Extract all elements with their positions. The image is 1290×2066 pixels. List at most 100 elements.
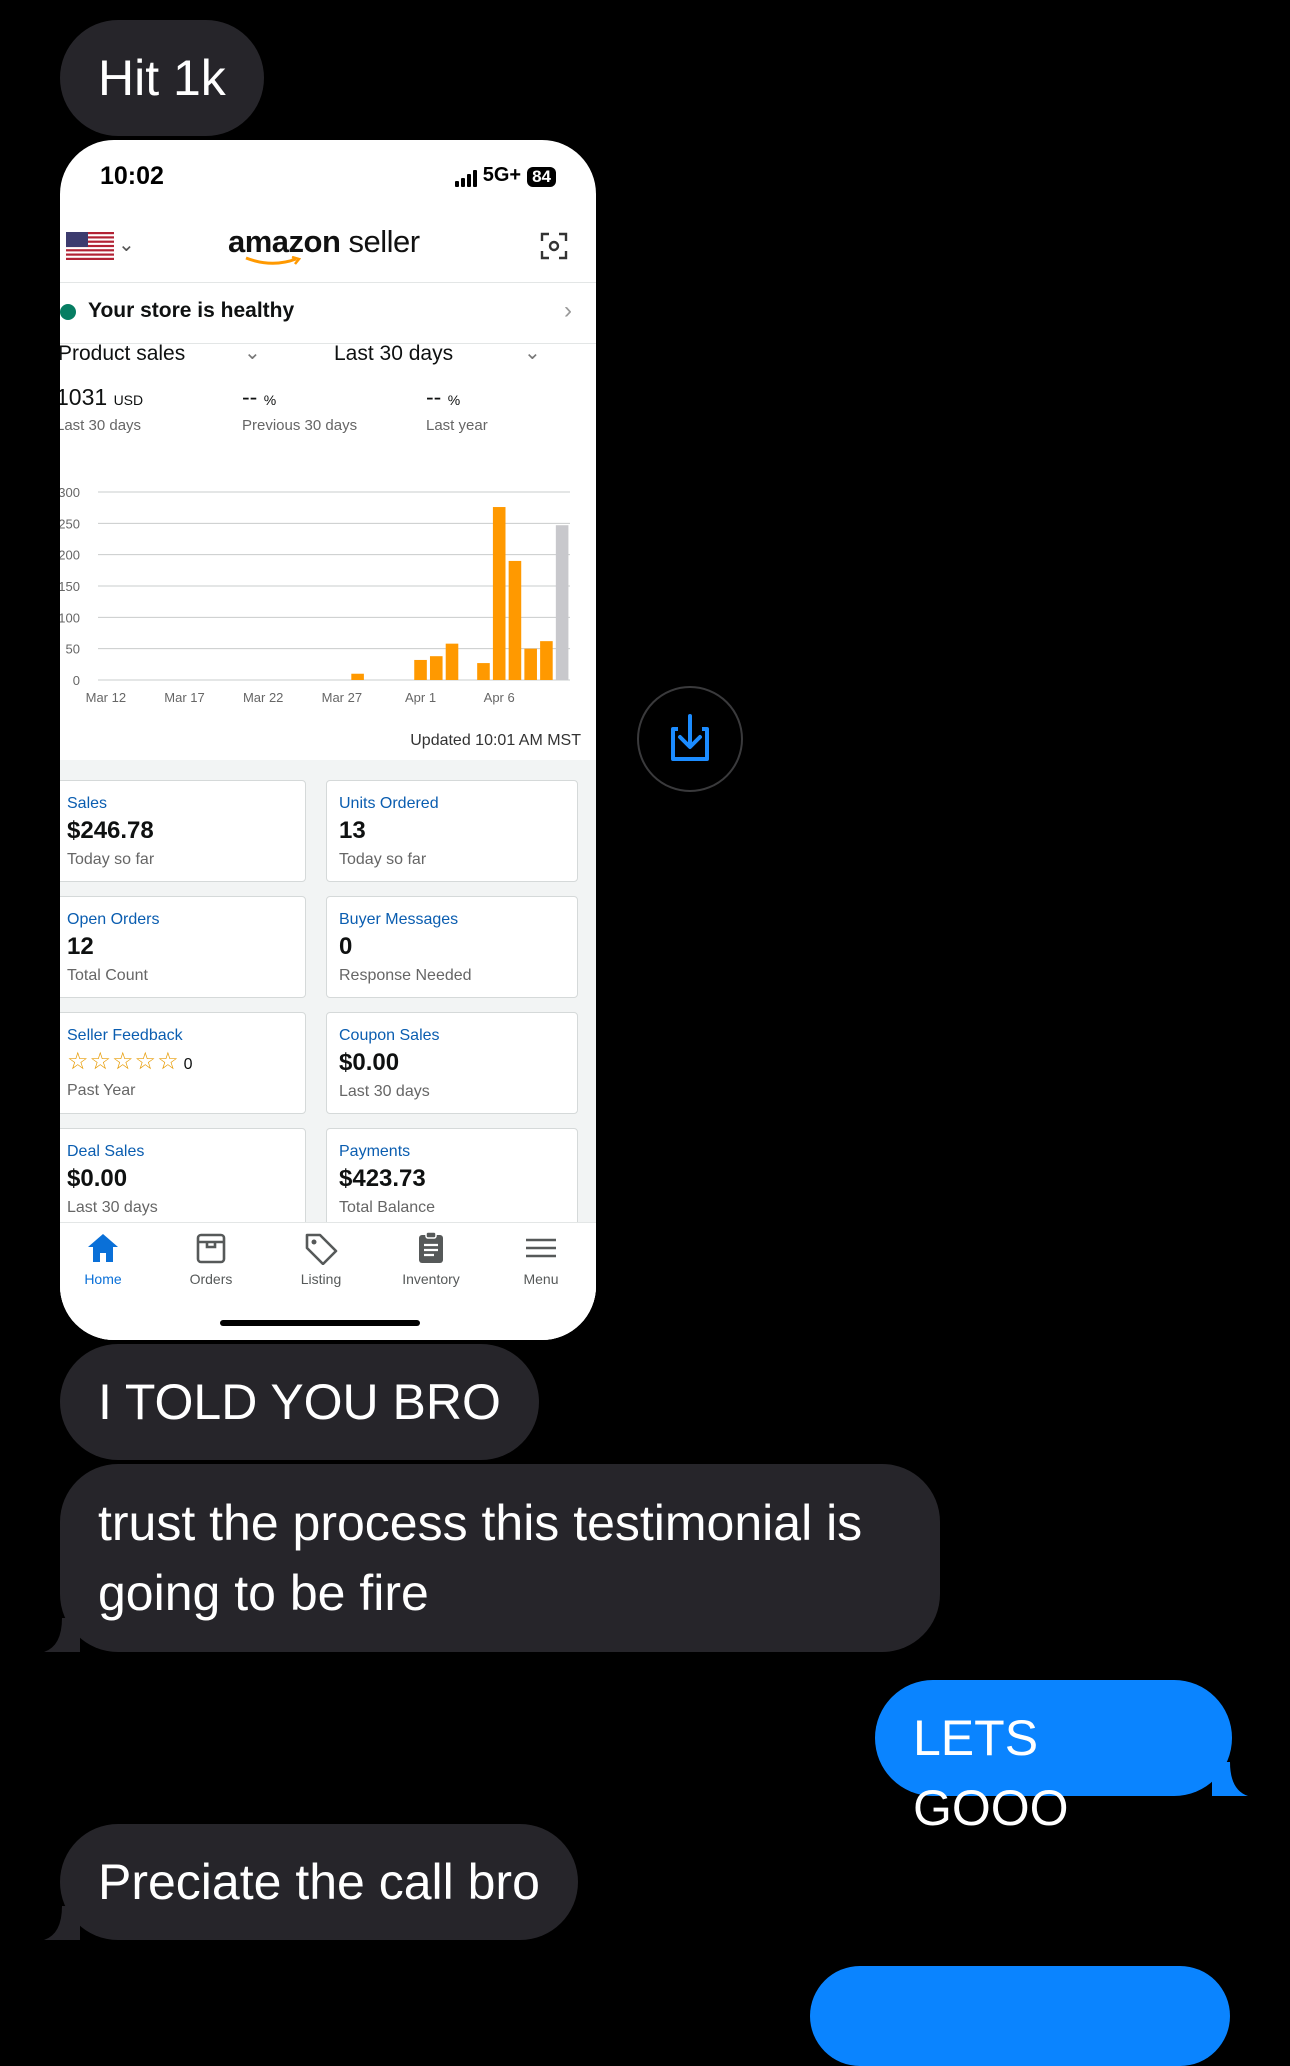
sales-bar-chart: 0 50 100 150 200 250 300 Mar 12 Mar 17 Mar 22 Mar …: [60, 485, 570, 705]
tab-label: Orders: [189, 1271, 233, 1287]
metric-label: Last year: [426, 417, 488, 434]
message-text: I TOLD YOU BRO: [98, 1374, 501, 1430]
card-title: Payments: [339, 1143, 411, 1160]
star-rating: ☆☆☆☆☆ 0: [67, 1047, 293, 1076]
home-indicator: [220, 1320, 420, 1326]
tab-label: Home: [84, 1271, 122, 1287]
updated-timestamp: Updated 10:01 AM MST: [410, 732, 581, 749]
x-tick-label: Mar 27: [322, 690, 362, 705]
card-title: Coupon Sales: [339, 1027, 440, 1044]
tab-label: Menu: [523, 1271, 559, 1287]
card-value: 12: [67, 933, 94, 960]
message-bubble[interactable]: I TOLD YOU BRO: [60, 1344, 539, 1460]
metric-unit: USD: [113, 392, 144, 408]
card-seller-feedback[interactable]: Seller Feedback ☆☆☆☆☆ 0 Past Year: [60, 1012, 306, 1114]
rating-count: 0: [183, 1056, 193, 1073]
card-title: Deal Sales: [67, 1143, 145, 1160]
status-bar: 10:02 5G+ 84: [60, 140, 596, 210]
y-tick-label: 200: [60, 548, 80, 563]
card-value: $246.78: [67, 817, 154, 844]
range-dropdown[interactable]: Last 30 days: [334, 342, 453, 366]
card-value: $423.73: [339, 1165, 426, 1192]
chart-bar: [477, 663, 490, 680]
x-tick-label: Apr 1: [405, 690, 436, 705]
card-value: $0.00: [339, 1049, 400, 1076]
tab-home[interactable]: Home: [60, 1231, 148, 1287]
menu-icon: [526, 1238, 556, 1258]
chevron-down-icon[interactable]: ⌄: [244, 340, 261, 365]
card-open-orders[interactable]: Open Orders 12 Total Count: [60, 896, 306, 998]
chevron-down-icon[interactable]: ⌄: [524, 340, 541, 365]
screenshot-image[interactable]: 10:02 5G+ 84 ⌄ amazon seller Your store …: [60, 140, 596, 1340]
status-indicators: 5G+ 84: [454, 164, 556, 187]
card-title: Open Orders: [67, 911, 160, 928]
message-text: trust the process this testimonial is go…: [98, 1495, 863, 1621]
metric-label: Previous 30 days: [242, 417, 358, 434]
y-tick-label: 250: [60, 516, 80, 531]
scan-icon[interactable]: [540, 232, 568, 260]
clipboard-icon: [419, 1231, 443, 1263]
card-coupon-sales[interactable]: Coupon Sales $0.00 Last 30 days: [326, 1012, 578, 1114]
app-logo: amazon seller: [228, 224, 421, 265]
message-bubble[interactable]: trust the process this testimonial is go…: [60, 1464, 940, 1652]
x-tick-label: Mar 22: [243, 690, 283, 705]
y-tick-label: 300: [60, 485, 80, 500]
card-deal-sales[interactable]: Deal Sales $0.00 Last 30 days: [60, 1128, 306, 1230]
message-bubble[interactable]: Hit 1k: [60, 20, 264, 136]
battery-icon: 84: [527, 167, 556, 187]
card-units-ordered[interactable]: Units Ordered 13 Today so far: [326, 780, 578, 882]
y-tick-label: 50: [66, 642, 80, 657]
tag-icon: [305, 1233, 338, 1265]
metric-last-year: -- % Last year: [426, 384, 488, 434]
x-tick-label: Mar 17: [164, 690, 204, 705]
tab-orders[interactable]: Orders: [166, 1231, 256, 1287]
chevron-down-icon[interactable]: ⌄: [118, 232, 135, 257]
us-flag-icon[interactable]: [66, 232, 114, 260]
health-text: Your store is healthy: [88, 299, 295, 322]
metric-total: 1031 USD Last 30 days: [60, 384, 143, 434]
tab-listing[interactable]: Listing: [276, 1231, 366, 1287]
metric-value: 1031: [60, 384, 108, 410]
y-tick-label: 100: [60, 610, 80, 625]
tab-label: Listing: [300, 1271, 342, 1287]
logo-main: amazon: [228, 224, 341, 259]
smile-logo-icon: [245, 256, 302, 265]
message-bubble[interactable]: [810, 1966, 1230, 2066]
chart-bar: [508, 560, 522, 680]
chart-bar: [555, 525, 569, 680]
message-bubble[interactable]: Preciate the call bro: [60, 1824, 578, 1940]
store-health-row[interactable]: Your store is healthy ›: [60, 283, 596, 344]
card-payments[interactable]: Payments $423.73 Total Balance: [326, 1128, 578, 1230]
bubble-tail: [44, 1618, 80, 1652]
tab-menu[interactable]: Menu: [496, 1231, 586, 1287]
metric-dropdown[interactable]: Product sales: [60, 342, 185, 366]
y-tick-label: 0: [73, 673, 80, 688]
chart-bar: [540, 641, 553, 680]
metric-value: --: [426, 384, 442, 410]
status-time: 10:02: [100, 162, 164, 190]
metric-unit: %: [447, 392, 461, 408]
card-subtitle: Total Balance: [339, 1199, 436, 1216]
star-icons: ☆☆☆☆☆: [67, 1048, 180, 1075]
card-subtitle: Today so far: [67, 851, 155, 868]
chart-bar: [414, 659, 427, 680]
message-bubble[interactable]: LETS GOOO: [875, 1680, 1232, 1836]
metric-label: Last 30 days: [60, 417, 142, 434]
card-title: Seller Feedback: [67, 1027, 183, 1044]
card-buyer-messages[interactable]: Buyer Messages 0 Response Needed: [326, 896, 578, 998]
card-subtitle: Response Needed: [339, 967, 472, 984]
chart-bar: [351, 673, 364, 680]
logo-sub: seller: [348, 224, 421, 259]
bubble-tail: [44, 1906, 80, 1940]
x-tick-label: Mar 12: [86, 690, 126, 705]
save-button[interactable]: [637, 686, 743, 792]
signal-icon: [454, 169, 477, 187]
card-sales[interactable]: Sales $246.78 Today so far: [60, 780, 306, 882]
home-icon: [88, 1234, 118, 1262]
tab-inventory[interactable]: Inventory: [386, 1231, 476, 1287]
card-title: Units Ordered: [339, 795, 439, 812]
card-subtitle: Last 30 days: [339, 1083, 430, 1100]
card-subtitle: Today so far: [339, 851, 427, 868]
x-tick-label: Apr 6: [484, 690, 515, 705]
card-value: $0.00: [67, 1165, 128, 1192]
